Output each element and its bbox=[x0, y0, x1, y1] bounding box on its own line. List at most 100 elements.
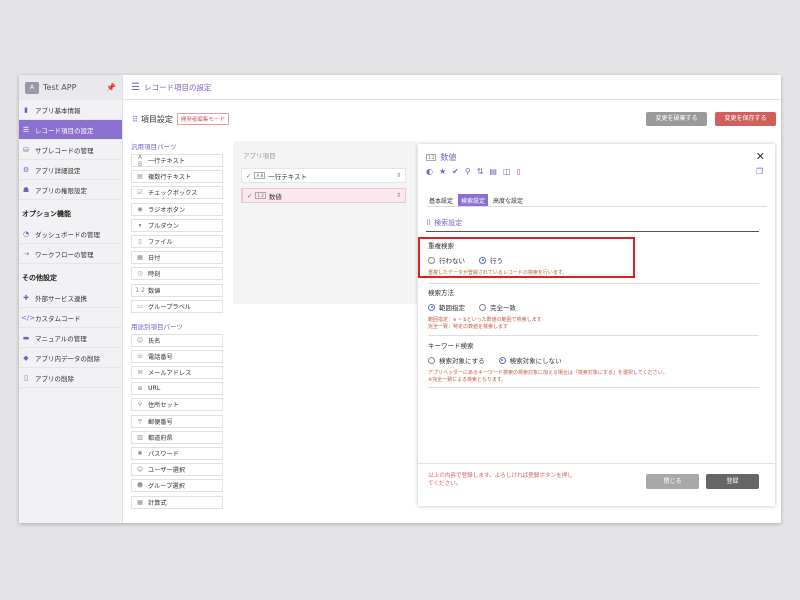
table-icon[interactable]: ▤ bbox=[489, 167, 497, 176]
part-user-select[interactable]: ☺ ユーザー選択 bbox=[131, 463, 223, 477]
part-multi-line-text[interactable]: ▤ 複数行テキスト bbox=[131, 170, 223, 184]
search-method-group: 検索方法 範囲指定 完全一致 範囲指定：a ~ bといった数値の範囲で検索します… bbox=[428, 287, 759, 331]
folder-icon: ▭ bbox=[137, 302, 143, 310]
save-changes-button[interactable]: 変更を保存する bbox=[715, 112, 776, 126]
toggle-icon[interactable]: ◐ bbox=[426, 167, 433, 176]
keyword-search-note: アプリヘッダーにあるキーワード検索の検索対象に加える場合は「検索対象にする」を選… bbox=[428, 370, 668, 383]
document-icon: ▤ bbox=[137, 173, 143, 181]
text-field-icon: A B bbox=[137, 153, 143, 168]
info-icon: ▮ bbox=[24, 105, 28, 114]
part-file[interactable]: ▯ ファイル bbox=[131, 234, 223, 248]
part-date[interactable]: ▦ 日付 bbox=[131, 251, 223, 265]
columns-icon[interactable]: ◫ bbox=[503, 167, 511, 176]
part-radio[interactable]: ◉ ラジオボタン bbox=[131, 202, 223, 216]
part-postal-code[interactable]: 〒郵便番号 bbox=[131, 414, 223, 428]
part-group-select[interactable]: ☻ グループ選択 bbox=[131, 479, 223, 493]
subrecord-icon: ⛁ bbox=[23, 145, 29, 154]
search-icon[interactable]: ⚲ bbox=[465, 167, 471, 176]
grip-icon: ⠿ bbox=[132, 114, 138, 124]
star-icon[interactable]: ★ bbox=[439, 167, 446, 176]
part-number[interactable]: 1 2 数値 bbox=[131, 283, 223, 297]
sidebar-item-external[interactable]: ✚ 外部サービス連携 bbox=[19, 288, 122, 308]
gear-icon: ⚙ bbox=[22, 165, 30, 174]
workflow-icon: ⇢ bbox=[23, 249, 29, 258]
radio-keyword-target[interactable]: 検索対象にする bbox=[428, 355, 485, 365]
part-url[interactable]: ⊕ URL bbox=[131, 382, 223, 396]
field-row-single-line-text[interactable]: ✓ A B 一行テキスト ⇕ bbox=[241, 168, 406, 183]
globe-icon: ⊕ bbox=[137, 385, 143, 393]
search-settings-heading: ⠿ 検索設定 bbox=[426, 219, 463, 227]
postal-icon: 〒 bbox=[136, 418, 143, 426]
close-icon[interactable]: ✕ bbox=[756, 150, 765, 163]
top-bar: ☰ レコード項目の設定 bbox=[123, 75, 781, 100]
part-group-label[interactable]: ▭ グループラベル bbox=[131, 299, 223, 313]
part-dropdown[interactable]: ▾ プルダウン bbox=[131, 218, 223, 232]
close-button[interactable]: 閉じる bbox=[646, 474, 699, 489]
check-icon: ✓ bbox=[247, 191, 253, 200]
app-name: Test APP bbox=[43, 83, 77, 92]
register-button[interactable]: 登録 bbox=[706, 474, 759, 489]
sort-icon[interactable]: ⇅ bbox=[477, 167, 484, 176]
sidebar-item-permissions[interactable]: ☗ アプリの権限設定 bbox=[19, 180, 122, 200]
sidebar-heading-other: その他設定 bbox=[22, 274, 57, 282]
sort-handle-icon[interactable]: ⇕ bbox=[396, 172, 401, 179]
part-prefecture[interactable]: ▥ 都道府県 bbox=[131, 430, 223, 444]
trash-icon[interactable]: ▯ bbox=[517, 167, 521, 176]
calculator-icon: ▦ bbox=[137, 498, 143, 506]
field-row-number[interactable]: ✓ 1 2 数値 ⇕ bbox=[241, 188, 406, 203]
part-password[interactable]: ✱ パスワード bbox=[131, 447, 223, 460]
sidebar-item-dashboard[interactable]: ◔ ダッシュボードの管理 bbox=[19, 224, 122, 244]
part-email[interactable]: ✉ メールアドレス bbox=[131, 366, 223, 380]
password-icon: ✱ bbox=[137, 450, 143, 457]
radio-exact-match[interactable]: 完全一致 bbox=[479, 302, 516, 312]
part-name[interactable]: ☺ 氏名 bbox=[131, 333, 223, 347]
menu-icon[interactable]: ☰ bbox=[131, 82, 140, 93]
highlight-box bbox=[418, 237, 635, 278]
sidebar-item-custom-code[interactable]: </> カスタムコード bbox=[19, 308, 122, 328]
part-address[interactable]: ⚲ 住所セット bbox=[131, 398, 223, 412]
field-settings-panel: 1 2 数値 ✕ ◐ ★ ✔ ⚲ ⇅ ▤ ◫ ▯ ❐ 基本設定 検索設定 高度な… bbox=[418, 144, 775, 506]
part-single-line-text[interactable]: A B 一行テキスト bbox=[131, 153, 223, 168]
radio-range[interactable]: 範囲指定 bbox=[428, 302, 465, 312]
phone-icon: ☏ bbox=[136, 352, 144, 360]
grip-icon: ⠿ bbox=[426, 219, 432, 227]
footer-note: 以上の内容で登録します。よろしければ登録ボタンを押してください。 bbox=[428, 473, 573, 487]
pin-icon[interactable]: 📌 bbox=[106, 83, 116, 92]
sidebar-item-app-info[interactable]: ▮ アプリ基本情報 bbox=[19, 100, 122, 120]
number-icon: 1 2 bbox=[255, 192, 266, 199]
copy-icon[interactable]: ❐ bbox=[756, 167, 763, 176]
prefecture-icon: ▥ bbox=[137, 433, 143, 441]
dashboard-icon: ◔ bbox=[22, 229, 30, 238]
radio-icon: ◉ bbox=[137, 205, 143, 213]
sidebar-item-delete-app[interactable]: ▯ アプリの削除 bbox=[19, 368, 122, 388]
sidebar-item-app-detail[interactable]: ⚙ アプリ詳細設定 bbox=[19, 160, 122, 180]
part-formula[interactable]: ▦ 計算式 bbox=[131, 495, 223, 509]
mode-badge: 開発者編集モード bbox=[176, 113, 229, 125]
mail-icon: ✉ bbox=[137, 369, 143, 377]
code-icon: </> bbox=[21, 313, 36, 322]
radio-keyword-not-target[interactable]: 検索対象にしない bbox=[498, 355, 562, 365]
user-lock-icon: ☗ bbox=[22, 185, 30, 194]
part-time[interactable]: ◷ 時刻 bbox=[131, 267, 223, 281]
heading-divider bbox=[426, 231, 759, 232]
clock-icon: ◷ bbox=[137, 270, 143, 278]
sidebar-item-workflow[interactable]: ⇢ ワークフローの管理 bbox=[19, 244, 122, 264]
part-checkbox[interactable]: ☑ チェックボックス bbox=[131, 186, 223, 200]
sidebar-item-subrecord[interactable]: ⛁ サブレコードの管理 bbox=[19, 140, 122, 160]
sort-handle-icon[interactable]: ⇕ bbox=[396, 192, 401, 199]
trash-icon: ▯ bbox=[24, 373, 28, 382]
sidebar-item-delete-data[interactable]: ◆ アプリ内データの削除 bbox=[19, 348, 122, 368]
users-icon: ☻ bbox=[136, 482, 144, 490]
sidebar-item-record-fields[interactable]: ☰ レコード項目の設定 bbox=[19, 120, 122, 140]
brand: A Test APP 📌 bbox=[19, 75, 122, 100]
book-icon: ▬ bbox=[22, 333, 30, 342]
calendar-icon: ▦ bbox=[137, 254, 143, 262]
app-window: A Test APP 📌 ▮ アプリ基本情報 ☰ レコード項目の設定 ⛁ サブレコード… bbox=[19, 75, 781, 523]
map-pin-icon: ⚲ bbox=[137, 401, 143, 409]
discard-changes-button[interactable]: 変更を破棄する bbox=[646, 112, 707, 126]
sidebar-item-manual[interactable]: ▬ マニュアルの管理 bbox=[19, 328, 122, 348]
page-title: レコード項目の設定 bbox=[143, 82, 212, 92]
check-icon: ✓ bbox=[246, 171, 252, 180]
part-phone[interactable]: ☏ 電話番号 bbox=[131, 349, 223, 363]
double-check-icon[interactable]: ✔ bbox=[452, 167, 459, 176]
